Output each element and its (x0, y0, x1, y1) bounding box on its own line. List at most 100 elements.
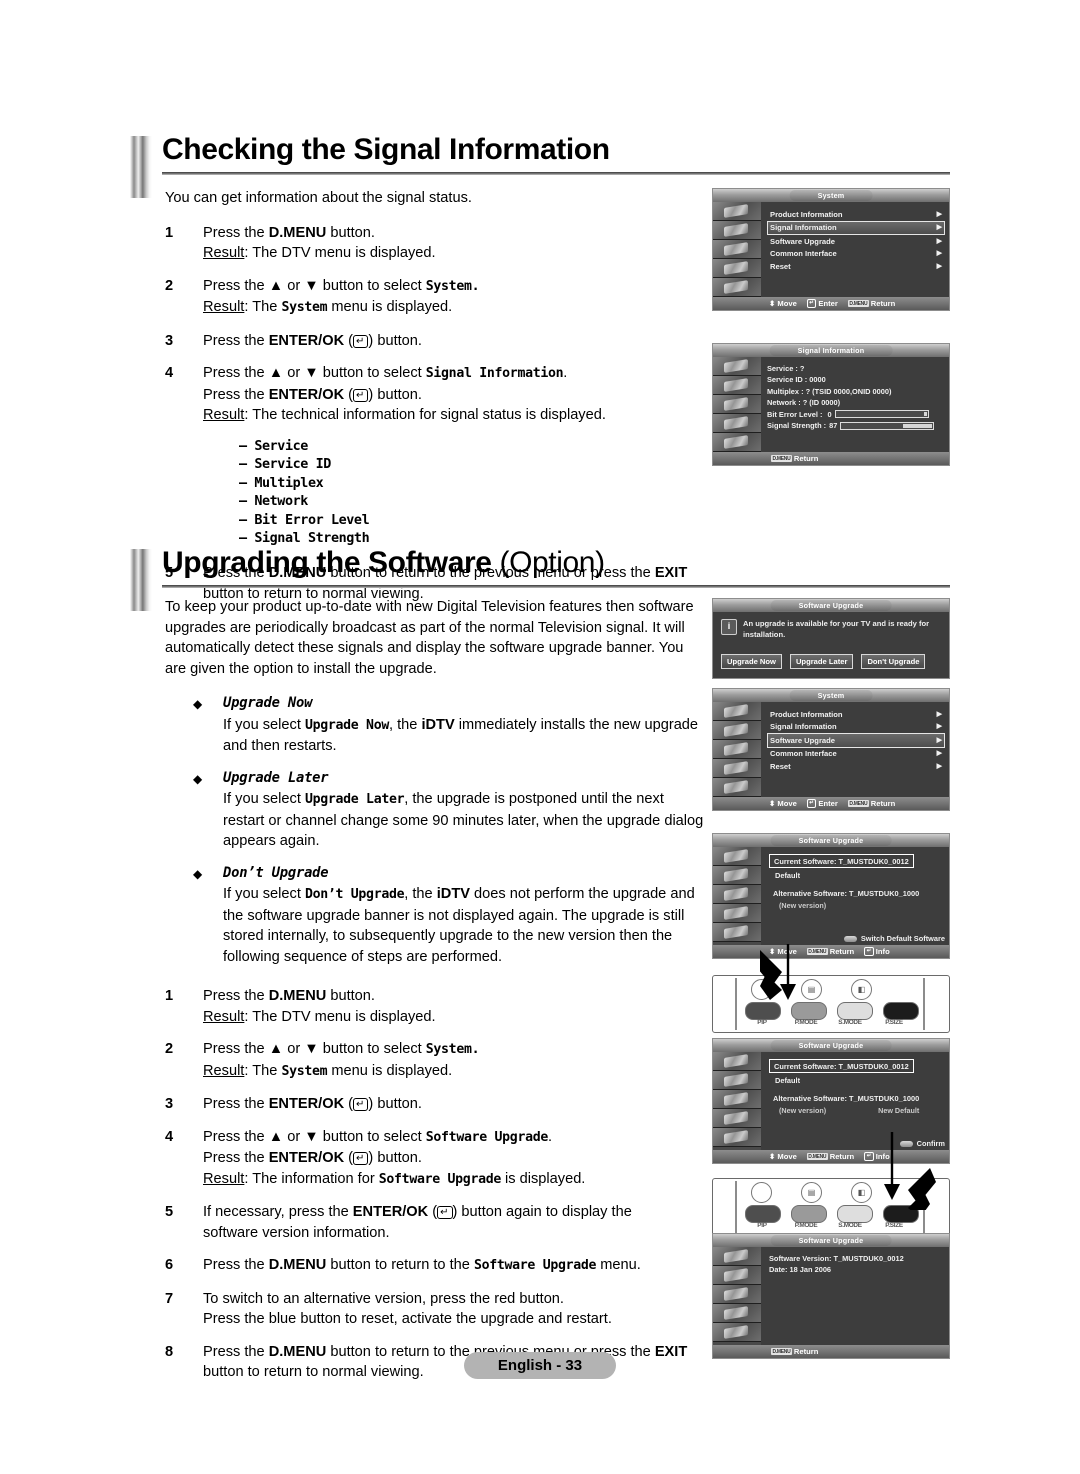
osd-item-common-interface[interactable]: Common Interface ▶ (767, 248, 945, 261)
menu-icon-picture (713, 357, 761, 376)
diamond-bullet-icon: ◆ (193, 697, 203, 711)
osd-item-signal-information[interactable]: Signal Information ▶ (767, 220, 945, 235)
step-line: Press the D.MENU button. (203, 224, 375, 241)
page-number-badge: English - 33 (463, 1352, 617, 1379)
menu-icon-sound (713, 221, 761, 240)
bullet-upgrade-now: ◆ Upgrade Now If you select Upgrade Now,… (165, 693, 705, 757)
info-icon: i (721, 619, 737, 635)
chevron-right-icon: ▶ (936, 723, 942, 730)
section-upgrading-software: Upgrading the Software (Option) (130, 545, 950, 611)
footer-info: ↵ Info (864, 947, 890, 956)
bullet-text: If you select Upgrade Later, the upgrade… (223, 791, 704, 849)
osd-item-common-interface[interactable]: Common Interface ▶ (767, 748, 945, 761)
step-number: 6 (165, 1257, 174, 1273)
page-title-signal: Checking the Signal Information (162, 133, 610, 166)
osd-icon-column (713, 357, 761, 452)
osd-upgrade-banner: Software Upgrade i An upgrade is availab… (712, 598, 950, 679)
field-item: – Service (239, 438, 308, 454)
osd-body: Software Version: T_MUSTDUK0_0012 Date: … (713, 1247, 949, 1345)
upgrade-instructions: To keep your product up-to-date with new… (165, 597, 705, 1395)
software-date-line: Date: 18 Jan 2006 (769, 1265, 832, 1274)
remote-button-pip[interactable] (745, 1205, 781, 1223)
page-title-upgrade: Upgrading the Software (Option) (162, 545, 950, 585)
footer-label: Enter (818, 299, 838, 308)
step-result: Result: The System menu is displayed. (203, 299, 453, 315)
osd-body: Product Information ▶ Signal Information ▶… (713, 702, 949, 797)
signal-strength-label: Signal Strength : (767, 421, 827, 431)
remote-label-pmode: P.MODE (794, 1222, 818, 1229)
osd-item-software-upgrade[interactable]: Software Upgrade ▶ (767, 733, 945, 748)
chevron-right-icon: ▶ (936, 210, 942, 218)
software-version-details: Software Version: T_MUSTDUK0_0012 Date: … (761, 1247, 949, 1345)
signal-field-list: – Service – Service ID – Multiplex – Net… (239, 438, 705, 550)
mute-icon: ◧ (857, 1188, 866, 1197)
step-result: Result: The DTV menu is displayed. (203, 245, 436, 261)
footer-label: Return (870, 299, 896, 308)
osd-icon-column (713, 202, 761, 297)
bullet-title: Upgrade Later (223, 769, 329, 786)
footer-label: Info (875, 947, 890, 956)
remote-button-pmode[interactable] (791, 1205, 827, 1223)
osd-item-reset[interactable]: Reset ▶ (767, 760, 945, 773)
upgrade-later-button[interactable]: Upgrade Later (789, 654, 854, 669)
heading-accent-bar (130, 136, 152, 198)
osd-item-signal-information[interactable]: Signal Information ▶ (767, 721, 945, 734)
dont-upgrade-button[interactable]: Don't Upgrade (861, 654, 926, 669)
remote-round-button-2[interactable]: ▤ (801, 1182, 822, 1203)
heading-accent-bar (130, 549, 152, 611)
osd-menu-list: Product Information ▶ Signal Information ▶… (761, 202, 949, 297)
chevron-right-icon: ▶ (936, 224, 942, 231)
menu-icon-channel (713, 1285, 761, 1304)
bullet-text: If you select Upgrade Now, the iDTV imme… (223, 716, 699, 755)
remote-label-pmode: P.MODE (794, 1019, 818, 1026)
osd-item-label: Software Upgrade (770, 236, 835, 246)
signal-info-readout: Service : ? Service ID : 0000 Multiplex … (761, 357, 949, 452)
osd-body: Service : ? Service ID : 0000 Multiplex … (713, 357, 949, 452)
menu-icon-sound (713, 866, 761, 885)
upgrade-now-button[interactable]: Upgrade Now (721, 654, 782, 669)
step-line: software version information. (203, 1224, 390, 1241)
step-result: Result: The technical information for si… (203, 407, 606, 423)
switch-default-software-action[interactable]: Switch Default Software (843, 934, 945, 943)
osd-item-software-upgrade[interactable]: Software Upgrade ▶ (767, 235, 945, 248)
step-4: 4 Press the ▲ or ▼ button to select Sign… (165, 363, 705, 426)
remote-button-psize[interactable] (883, 1002, 919, 1020)
enter-key-icon: ↵ (806, 799, 817, 808)
osd-item-product-information[interactable]: Product Information ▶ (767, 708, 945, 721)
signal-strength-meter (840, 421, 935, 430)
remote-label-pip: PIP (757, 1222, 767, 1229)
heading-rule (162, 585, 950, 588)
enter-key-icon: ↵ (353, 334, 369, 348)
osd-item-label: Signal Information (770, 722, 837, 731)
footer-label: Enter (818, 799, 838, 808)
current-software-sub: Default (775, 1076, 801, 1085)
osd-software-version: Software Upgrade Software Version: T_MUS… (712, 1233, 950, 1359)
osd-item-product-information[interactable]: Product Information ▶ (767, 208, 945, 221)
remote-button-smode[interactable] (837, 1002, 873, 1020)
updown-arrow-icon: ⬍ (769, 799, 776, 808)
chevron-right-icon: ▶ (936, 736, 942, 744)
step-line: Press the ▲ or ▼ button to select System… (203, 1041, 480, 1057)
menu-icon-system (713, 1323, 761, 1342)
step-number: 1 (165, 224, 174, 241)
banner-message: An upgrade is available for your TV and … (743, 619, 930, 639)
menu-icon-picture (713, 1052, 761, 1071)
remote-round-button-3[interactable]: ◧ (851, 979, 872, 1000)
step-result: Result: The System menu is displayed. (203, 1062, 453, 1079)
remote-round-button-1[interactable] (751, 1182, 772, 1203)
osd-banner-body: i An upgrade is available for your TV an… (713, 612, 949, 678)
osd-title-text: Signal Information (769, 345, 893, 356)
osd-body: Current Software: T_MUSTDUK0_0012 Defaul… (713, 847, 949, 945)
step-5: 5 If necessary, press the ENTER/OK (↵) b… (165, 1202, 705, 1243)
remote-label-pip: PIP (757, 1019, 767, 1026)
heading-option: (Option) (491, 546, 605, 579)
osd-icon-column (713, 1052, 761, 1150)
bullet-title: Don’t Upgrade (223, 864, 329, 881)
step-line: Press the ▲ or ▼ button to select Signal… (203, 365, 568, 381)
osd-footer-bar: D.MENU Return (713, 452, 949, 465)
menu-icon-setup (713, 414, 761, 433)
osd-title-bar: System (713, 689, 949, 702)
osd-item-reset[interactable]: Reset ▶ (767, 260, 945, 273)
osd-item-label: Reset (770, 761, 791, 771)
banner-buttons: Upgrade Now Upgrade Later Don't Upgrade (721, 654, 941, 669)
